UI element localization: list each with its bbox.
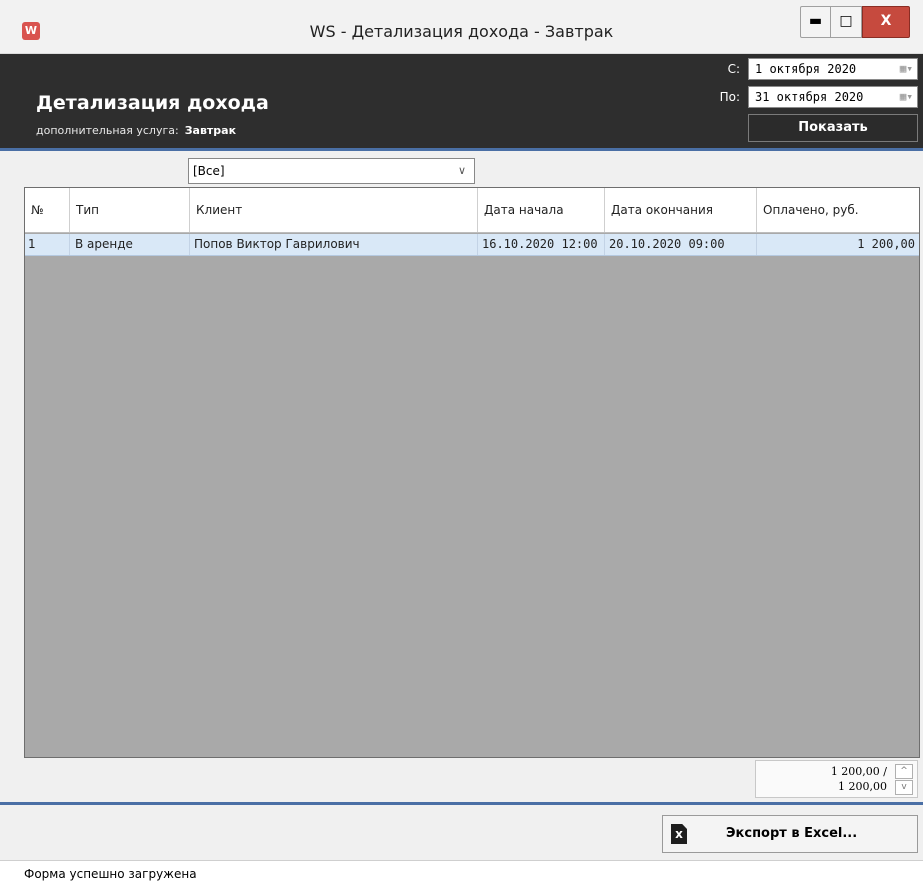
table-row[interactable]: 1 В аренде Попов Виктор Гаврилович 16.10… <box>25 234 919 256</box>
cell-number: 1 <box>25 234 70 255</box>
column-header-paid[interactable]: Оплачено, руб. <box>757 188 919 232</box>
total-line-1: 1 200,00 / <box>830 765 887 778</box>
window-title: WS - Детализация дохода - Завтрак <box>309 22 614 41</box>
service-label: дополнительная услуга: <box>36 124 179 137</box>
column-header-start-date[interactable]: Дата начала <box>478 188 605 232</box>
maximize-button[interactable]: □ <box>831 6 862 38</box>
column-header-type[interactable]: Тип <box>70 188 190 232</box>
accent-divider <box>0 148 923 151</box>
service-value: Завтрак <box>184 124 237 137</box>
status-text: Форма успешно загружена <box>24 867 197 881</box>
filter-value: [Все] <box>193 164 225 178</box>
cell-start-date: 16.10.2020 12:00 <box>478 234 605 255</box>
service-line: дополнительная услуга: Завтрак <box>36 124 236 137</box>
export-excel-button[interactable]: x Экспорт в Excel... <box>662 815 918 853</box>
report-header: Детализация дохода дополнительная услуга… <box>0 54 923 148</box>
cell-client: Попов Виктор Гаврилович <box>190 234 478 255</box>
accent-divider <box>0 802 923 805</box>
page-title: Детализация дохода <box>36 92 269 114</box>
to-date-label: По: <box>719 90 740 104</box>
scroll-up-button[interactable]: ^ <box>895 764 913 779</box>
calendar-icon[interactable]: ▦▾ <box>891 90 913 104</box>
show-button[interactable]: Показать <box>748 114 918 142</box>
table-header: № Тип Клиент Дата начала Дата окончания … <box>25 188 919 233</box>
from-date-field[interactable]: 1 октября 2020 ▦▾ <box>748 58 918 80</box>
cell-paid: 1 200,00 <box>857 237 915 251</box>
minimize-button[interactable]: ▬ <box>800 6 831 38</box>
total-line-2: 1 200,00 <box>838 780 887 793</box>
to-date-field[interactable]: 31 октября 2020 ▦▾ <box>748 86 918 108</box>
status-bar: Форма успешно загружена <box>0 860 923 891</box>
scroll-down-button[interactable]: v <box>895 780 913 795</box>
column-header-client[interactable]: Клиент <box>190 188 478 232</box>
to-date-value: 31 октября 2020 <box>755 90 864 104</box>
column-header-number[interactable]: № <box>25 188 70 232</box>
cell-end-date: 20.10.2020 09:00 <box>605 234 757 255</box>
filter-select[interactable]: [Все] ∨ <box>188 158 475 184</box>
income-table[interactable]: № Тип Клиент Дата начала Дата окончания … <box>24 187 920 758</box>
close-button[interactable]: X <box>862 6 910 38</box>
from-date-value: 1 октября 2020 <box>755 62 857 76</box>
from-date-label: С: <box>727 62 740 76</box>
window-titlebar[interactable]: W WS - Детализация дохода - Завтрак ▬ □ … <box>0 0 923 54</box>
export-button-label: Экспорт в Excel... <box>726 826 858 841</box>
excel-icon: x <box>671 824 687 844</box>
calendar-icon[interactable]: ▦▾ <box>891 62 913 76</box>
cell-type: В аренде <box>70 234 190 255</box>
column-header-end-date[interactable]: Дата окончания <box>605 188 757 232</box>
totals-box: 1 200,00 / 1 200,00 ^ v <box>755 760 918 798</box>
chevron-down-icon[interactable]: ∨ <box>458 159 466 183</box>
